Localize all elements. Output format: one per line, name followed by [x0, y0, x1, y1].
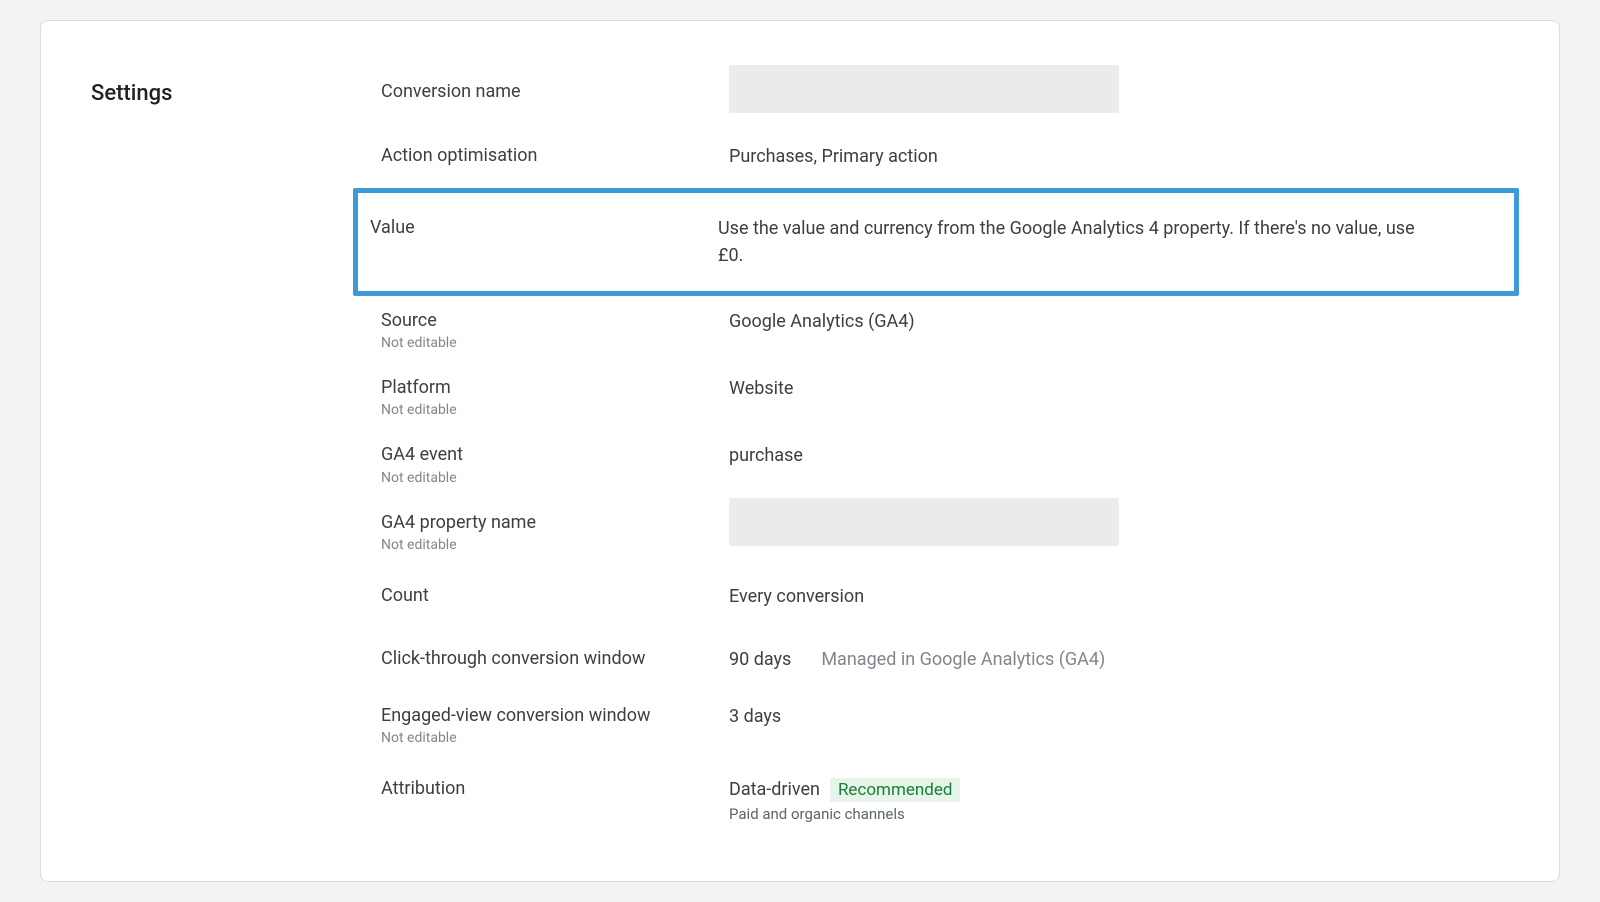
setting-row-source: Source Not editable Google Analytics (GA…	[381, 296, 1509, 363]
not-editable-label: Not editable	[381, 402, 729, 418]
setting-label: Platform	[381, 375, 729, 400]
setting-value: Purchases, Primary action	[729, 143, 1509, 170]
setting-row-action-optimisation[interactable]: Action optimisation Purchases, Primary a…	[381, 125, 1509, 188]
setting-subvalue: Paid and organic channels	[729, 805, 1509, 823]
setting-value: purchase	[729, 442, 1509, 469]
not-editable-label: Not editable	[381, 730, 729, 746]
setting-label: GA4 event	[381, 442, 729, 467]
setting-note: Managed in Google Analytics (GA4)	[821, 649, 1105, 670]
not-editable-label: Not editable	[381, 335, 729, 351]
setting-value: Every conversion	[729, 583, 1509, 610]
settings-list: Conversion name Action optimisation Purc…	[381, 61, 1509, 841]
setting-value: Data-driven	[729, 779, 820, 800]
setting-label: Click-through conversion window	[381, 646, 729, 671]
recommended-badge: Recommended	[830, 778, 961, 802]
setting-label: Action optimisation	[381, 143, 729, 168]
setting-row-platform: Platform Not editable Website	[381, 363, 1509, 430]
setting-row-engaged-view-window: Engaged-view conversion window Not edita…	[381, 691, 1509, 758]
setting-label: GA4 property name	[381, 510, 729, 535]
section-title: Settings	[91, 61, 381, 106]
setting-row-ga4-event: GA4 event Not editable purchase	[381, 430, 1509, 497]
not-editable-label: Not editable	[381, 470, 729, 486]
setting-value: Google Analytics (GA4)	[729, 308, 1509, 335]
setting-value: Website	[729, 375, 1509, 402]
setting-value: 90 days	[729, 646, 791, 673]
setting-label: Source	[381, 308, 729, 333]
setting-label: Count	[381, 583, 729, 608]
setting-row-count[interactable]: Count Every conversion	[381, 565, 1509, 628]
setting-label: Value	[370, 215, 718, 240]
setting-label: Engaged-view conversion window	[381, 703, 729, 728]
settings-card: Settings Conversion name Action optimisa…	[40, 20, 1560, 882]
setting-row-attribution[interactable]: Attribution Data-driven Recommended Paid…	[381, 758, 1509, 841]
setting-value: Use the value and currency from the Goog…	[718, 215, 1418, 269]
setting-label: Conversion name	[381, 79, 729, 104]
not-editable-label: Not editable	[381, 537, 729, 553]
setting-label: Attribution	[381, 776, 729, 801]
redacted-value	[729, 498, 1119, 546]
redacted-value	[729, 65, 1119, 113]
settings-content: Settings Conversion name Action optimisa…	[91, 61, 1509, 841]
setting-row-conversion-name[interactable]: Conversion name	[381, 61, 1509, 125]
setting-row-ga4-property: GA4 property name Not editable	[381, 498, 1509, 565]
setting-row-value[interactable]: Value Use the value and currency from th…	[353, 188, 1519, 296]
setting-row-click-through-window[interactable]: Click-through conversion window 90 days …	[381, 628, 1509, 691]
setting-value: 3 days	[729, 703, 1509, 730]
